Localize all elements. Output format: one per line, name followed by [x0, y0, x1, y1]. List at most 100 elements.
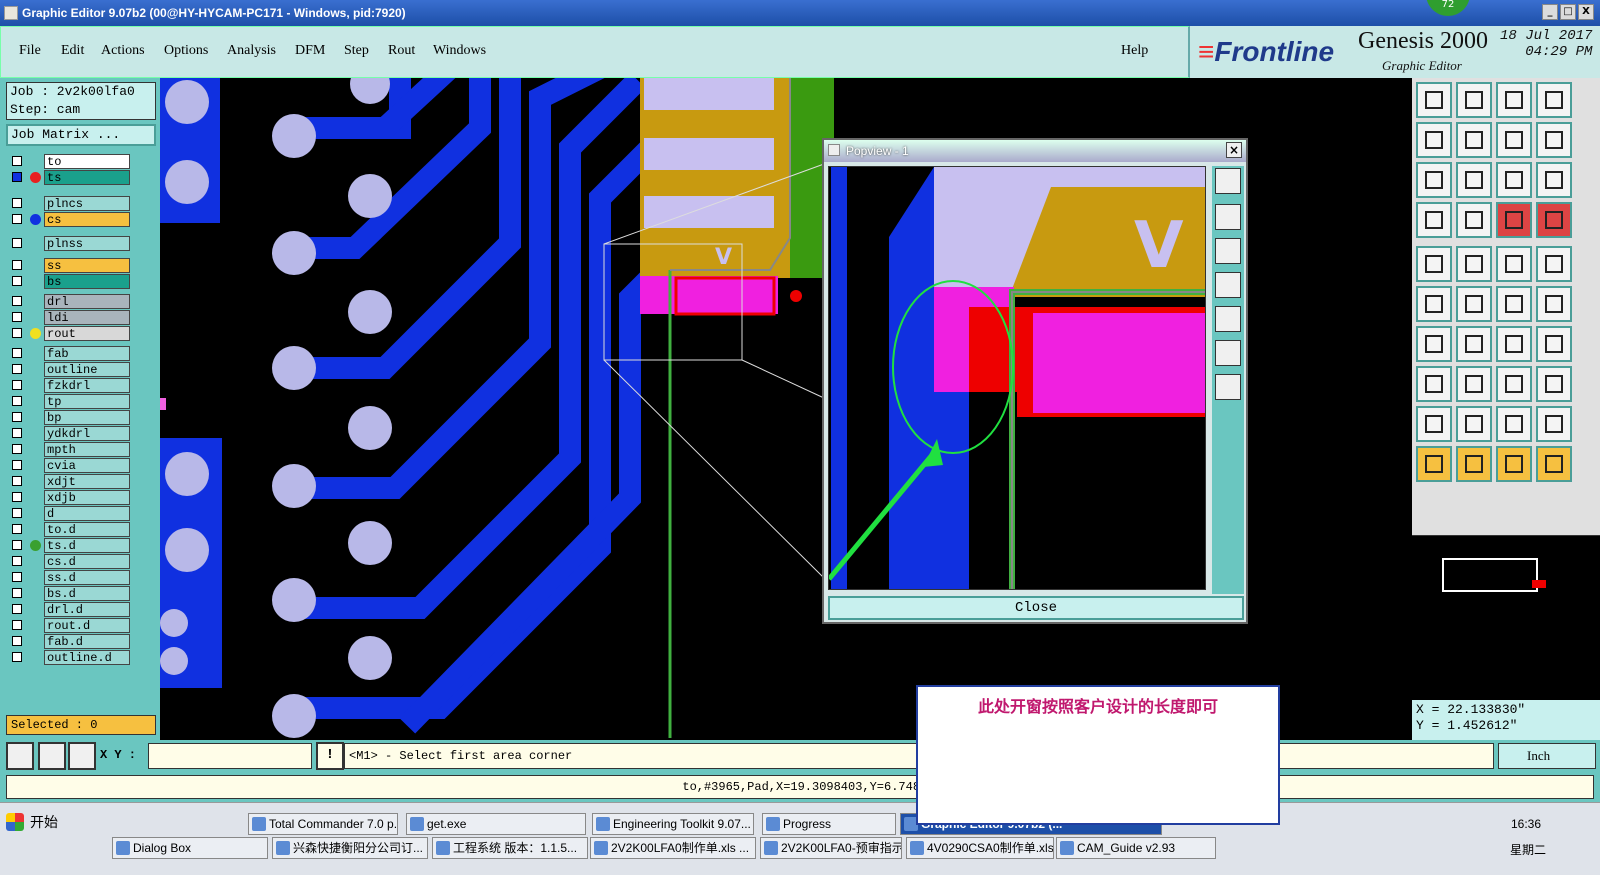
arc-icon[interactable]	[1496, 406, 1532, 442]
popview-close-button[interactable]: Close	[828, 596, 1244, 620]
dot-icon[interactable]	[1536, 246, 1572, 282]
pick-icon[interactable]	[1536, 446, 1572, 482]
layers-red-icon[interactable]	[1496, 202, 1532, 238]
taskbar-task[interactable]: Total Commander 7.0 p...	[248, 813, 398, 835]
popview-pan-left-button[interactable]	[1215, 272, 1241, 298]
cut-icon[interactable]	[1456, 326, 1492, 362]
taskbar-task[interactable]: Progress	[762, 813, 896, 835]
layer-row[interactable]: plnss	[8, 236, 130, 251]
layer-checkbox[interactable]	[12, 412, 22, 422]
measure-icon[interactable]	[1496, 246, 1532, 282]
layer-checkbox[interactable]	[12, 312, 22, 322]
layer-checkbox[interactable]	[12, 540, 22, 550]
start-button[interactable]: 开始	[2, 809, 92, 835]
layer-checkbox[interactable]	[12, 348, 22, 358]
flip-icon[interactable]	[1536, 326, 1572, 362]
delete-icon[interactable]	[1456, 286, 1492, 322]
layer-checkbox[interactable]	[12, 156, 22, 166]
layer-row[interactable]: drl	[8, 294, 130, 309]
layer-row[interactable]: bs.d	[8, 586, 130, 601]
taskbar-task[interactable]: 兴森快捷衡阳分公司订...	[272, 837, 428, 859]
text-icon[interactable]	[1536, 406, 1572, 442]
layer-checkbox[interactable]	[12, 238, 22, 248]
popview-pan-down-button[interactable]	[1215, 238, 1241, 264]
layer-row[interactable]: rout.d	[8, 618, 130, 633]
stretch-icon[interactable]	[1496, 366, 1532, 402]
menu-file[interactable]: File	[19, 43, 41, 59]
menu-analysis[interactable]: Analysis	[227, 43, 276, 59]
layer-checkbox[interactable]	[12, 524, 22, 534]
units-select[interactable]: Inch	[1498, 743, 1596, 769]
layer-checkbox[interactable]	[12, 444, 22, 454]
layer-row[interactable]: tp	[8, 394, 130, 409]
taskbar-task[interactable]: 4V0290CSA0制作单.xls ...	[906, 837, 1054, 859]
popview-zoom-in-button[interactable]	[1215, 340, 1241, 366]
alert-icon[interactable]: !	[316, 742, 344, 770]
layer-checkbox[interactable]	[12, 604, 22, 614]
scale-1-2-icon[interactable]	[1496, 162, 1532, 198]
clock[interactable]: 16:36	[1496, 817, 1556, 831]
line-icon[interactable]	[1416, 326, 1452, 362]
layer-row[interactable]: rout	[8, 326, 130, 341]
layer-row[interactable]: d	[8, 506, 130, 521]
ruler-icon[interactable]	[1416, 202, 1452, 238]
layer-row[interactable]: cs	[8, 212, 130, 227]
taskbar-task[interactable]: Dialog Box	[112, 837, 268, 859]
xy-input[interactable]	[148, 743, 312, 769]
layer-row[interactable]: plncs	[8, 196, 130, 211]
popview-pan-up-button[interactable]	[1215, 204, 1241, 230]
layer-checkbox[interactable]	[12, 396, 22, 406]
layer-checkbox[interactable]	[12, 428, 22, 438]
popview-zoom-image[interactable]: V	[828, 166, 1206, 590]
menu-options[interactable]: Options	[164, 43, 208, 59]
move-up-icon[interactable]	[1416, 82, 1452, 118]
zoom-window-icon[interactable]	[1536, 82, 1572, 118]
layer-row[interactable]: ss.d	[8, 570, 130, 585]
layer-checkbox[interactable]	[12, 214, 22, 224]
taskbar-task[interactable]: 2V2K00LFA0-预审指示....	[760, 837, 902, 859]
menu-rout[interactable]: Rout	[388, 43, 415, 59]
layer-row[interactable]: cvia	[8, 458, 130, 473]
redraw-icon[interactable]	[1536, 122, 1572, 158]
select-area-icon[interactable]	[1456, 446, 1492, 482]
popview-zoom-out-button[interactable]	[1215, 374, 1241, 400]
layer-row[interactable]: ts	[8, 170, 130, 185]
layer-row[interactable]: fzkdrl	[8, 378, 130, 393]
menu-edit[interactable]: Edit	[61, 43, 84, 59]
overview-minimap[interactable]	[1412, 535, 1600, 700]
move-right-icon[interactable]	[1456, 122, 1492, 158]
layer-row[interactable]: to.d	[8, 522, 130, 537]
connect-icon[interactable]	[1416, 286, 1452, 322]
taskbar-task[interactable]: 2V2K00LFA0制作单.xls ...	[590, 837, 756, 859]
undo-icon[interactable]	[1496, 326, 1532, 362]
layer-checkbox[interactable]	[12, 260, 22, 270]
transform-icon[interactable]	[1536, 286, 1572, 322]
minus-icon[interactable]	[1456, 366, 1492, 402]
menu-step[interactable]: Step	[344, 43, 369, 59]
close-window-button[interactable]: X	[1578, 4, 1594, 20]
layer-checkbox[interactable]	[12, 364, 22, 374]
layer-row[interactable]: fab	[8, 346, 130, 361]
menu-help[interactable]: Help	[1121, 43, 1148, 59]
zoom-fit-icon[interactable]	[1496, 122, 1532, 158]
grid-button[interactable]	[68, 742, 96, 770]
break-icon[interactable]	[1416, 366, 1452, 402]
layer-row[interactable]: ss	[8, 258, 130, 273]
layer-checkbox[interactable]	[12, 652, 22, 662]
layer-checkbox[interactable]	[12, 492, 22, 502]
layer-row[interactable]: drl.d	[8, 602, 130, 617]
draw-icon[interactable]	[1416, 406, 1452, 442]
snap-mode-button[interactable]	[6, 742, 34, 770]
popview-window[interactable]: Popview - 1 × V Close	[822, 138, 1248, 624]
help-icon[interactable]	[1536, 162, 1572, 198]
layer-checkbox[interactable]	[12, 328, 22, 338]
layer-row[interactable]: outline.d	[8, 650, 130, 665]
select-net-icon[interactable]	[1496, 446, 1532, 482]
copy-icon[interactable]	[1536, 366, 1572, 402]
layer-checkbox[interactable]	[12, 636, 22, 646]
layer-row[interactable]: fab.d	[8, 634, 130, 649]
grid-icon[interactable]	[1456, 202, 1492, 238]
layer-row[interactable]: cs.d	[8, 554, 130, 569]
pan-icon[interactable]	[1416, 162, 1452, 198]
layer-checkbox[interactable]	[12, 276, 22, 286]
